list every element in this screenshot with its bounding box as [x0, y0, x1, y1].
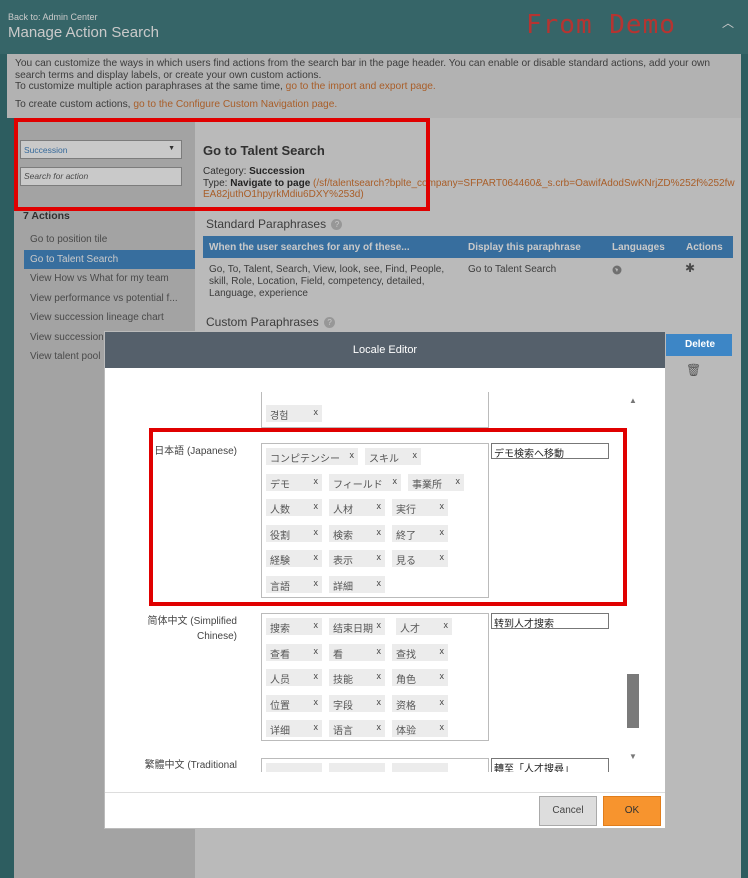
tag: 资格 x	[392, 695, 448, 712]
tag: 看x	[329, 644, 385, 661]
tag: 详细 x	[266, 720, 322, 737]
tag-label: 详细	[270, 726, 290, 737]
tag: 搜索 x	[266, 618, 322, 635]
modal-scrollbar[interactable]	[627, 674, 639, 728]
remove-tag-icon[interactable]: x	[314, 646, 319, 656]
remove-tag-icon[interactable]: x	[377, 671, 382, 681]
locale-label: 简体中文 (Simplified Chinese)	[147, 616, 237, 642]
tag-label: 资格	[396, 701, 416, 712]
remove-tag-icon[interactable]: x	[314, 671, 319, 681]
scroll-down-icon[interactable]: ▼	[629, 752, 637, 761]
annotation-box-top	[14, 118, 430, 211]
tag	[392, 763, 448, 772]
tag: 字段 x	[329, 695, 385, 712]
tag	[266, 763, 322, 772]
tag-label: 角色	[396, 675, 416, 686]
remove-tag-icon[interactable]: x	[314, 620, 319, 630]
locale-label: 繁體中文 (Traditional	[144, 760, 237, 771]
tag-label: 查找	[396, 650, 416, 661]
tag-label: 技能	[333, 675, 353, 686]
modal-footer-divider	[105, 792, 665, 793]
remove-tag-icon[interactable]: x	[314, 407, 319, 417]
tag: 경험 x	[266, 405, 322, 422]
remove-tag-icon[interactable]: x	[377, 646, 382, 656]
korean-tag-box: 경험 x	[261, 392, 489, 428]
tag-label: 搜索	[270, 624, 290, 635]
tag-label: 结束日期	[333, 624, 373, 635]
tag	[329, 763, 385, 772]
tag-label: 看	[333, 650, 343, 661]
tag-label: 人员	[270, 675, 290, 686]
tag: 查看 x	[266, 644, 322, 661]
simplified-chinese-paraphrase-input[interactable]: 转到人才搜索	[491, 613, 609, 630]
tag: 角色 x	[392, 669, 448, 686]
tag-label: 体验	[396, 726, 416, 737]
remove-tag-icon[interactable]: x	[440, 646, 445, 656]
tag-label: 查看	[270, 650, 290, 661]
tag-label: 人才	[400, 624, 420, 635]
trash-icon[interactable]: 🗑	[686, 363, 701, 377]
tag: 体验 x	[392, 720, 448, 737]
tag-label: 경험	[270, 411, 289, 422]
remove-tag-icon[interactable]: x	[314, 697, 319, 707]
scroll-up-icon[interactable]: ▲	[629, 396, 637, 405]
remove-tag-icon[interactable]: x	[314, 722, 319, 732]
remove-tag-icon[interactable]: x	[444, 620, 449, 630]
tag: 位置 x	[266, 695, 322, 712]
tag-label: 位置	[270, 701, 290, 712]
annotation-box-japanese	[149, 428, 627, 606]
cancel-button[interactable]: Cancel	[539, 796, 597, 826]
traditional-chinese-paraphrase-input[interactable]: 轉至「人才搜尋」	[491, 758, 609, 772]
remove-tag-icon[interactable]: x	[377, 722, 382, 732]
remove-tag-icon[interactable]: x	[377, 697, 382, 707]
traditional-chinese-tag-box[interactable]	[261, 758, 489, 772]
modal-title: Locale Editor	[105, 332, 665, 368]
remove-tag-icon[interactable]: x	[440, 697, 445, 707]
tag: 结束日期 x	[329, 618, 385, 635]
remove-tag-icon[interactable]: x	[440, 671, 445, 681]
tag: 语言 x	[329, 720, 385, 737]
remove-tag-icon[interactable]: x	[440, 722, 445, 732]
tag: 人员 x	[266, 669, 322, 686]
tag: 技能 x	[329, 669, 385, 686]
remove-tag-icon[interactable]: x	[377, 620, 382, 630]
locale-row-traditional-chinese: 繁體中文 (Traditional 轉至「人才搜尋」	[105, 758, 645, 772]
tag: 人才 x	[396, 618, 452, 635]
tag-label: 字段	[333, 701, 353, 712]
delete-column-header: Delete	[666, 334, 732, 356]
tag-label: 语言	[333, 726, 353, 737]
tag: 查找 x	[392, 644, 448, 661]
simplified-chinese-tag-box[interactable]: 搜索 x 结束日期 x 人才 x 查看 x 看x 查找 x 人员 x 技能 x 角色 x 位置 x…	[261, 613, 489, 741]
ok-button[interactable]: OK	[603, 796, 661, 826]
